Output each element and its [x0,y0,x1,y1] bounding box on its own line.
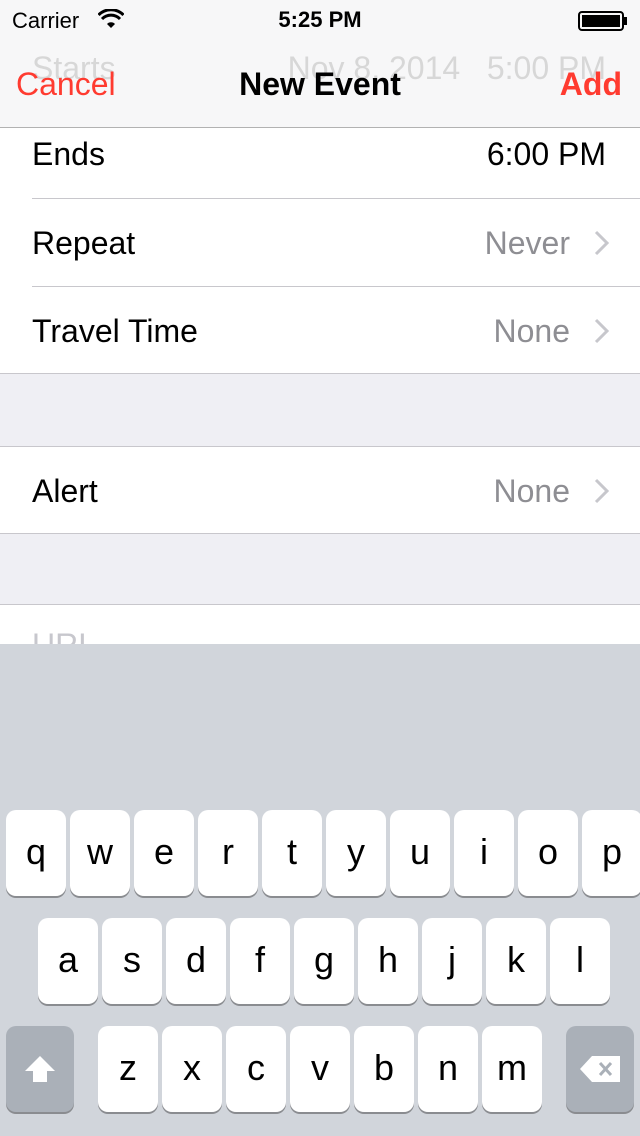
backspace-icon [580,1056,620,1082]
key-g[interactable]: g [294,918,354,1004]
key-s[interactable]: s [102,918,162,1004]
page-title: New Event [239,66,401,102]
key-n[interactable]: n [418,1026,478,1112]
key-i[interactable]: i [454,810,514,896]
key-c[interactable]: c [226,1026,286,1112]
key-p[interactable]: p [582,810,640,896]
repeat-row[interactable]: Repeat Never [32,199,640,287]
repeat-label: Repeat [32,225,136,261]
alert-value: None [493,473,571,509]
key-v[interactable]: v [290,1026,350,1112]
key-e[interactable]: e [134,810,194,896]
add-button[interactable]: Add [560,66,622,103]
ends-value: 6:00 PM [486,136,606,172]
key-w[interactable]: w [70,810,130,896]
chevron-right-icon [594,318,610,344]
shift-arrow-icon [25,1056,55,1082]
key-j[interactable]: j [422,918,482,1004]
alert-label: Alert [32,473,98,509]
event-details-group: Ends 6:00 PM Repeat Never Travel Time No… [0,128,640,374]
key-m[interactable]: m [482,1026,542,1112]
key-k[interactable]: k [486,918,546,1004]
key-x[interactable]: x [162,1026,222,1112]
key-h[interactable]: h [358,918,418,1004]
key-d[interactable]: d [166,918,226,1004]
chevron-right-icon [594,478,610,504]
key-z[interactable]: z [98,1026,158,1112]
key-y[interactable]: y [326,810,386,896]
delete-key[interactable] [566,1026,634,1112]
key-a[interactable]: a [38,918,98,1004]
key-l[interactable]: l [550,918,610,1004]
travel-time-value: None [493,313,571,349]
url-group: URL [0,604,640,663]
key-f[interactable]: f [230,918,290,1004]
chevron-right-icon [594,230,610,256]
battery-icon [578,11,627,31]
travel-time-label: Travel Time [32,313,198,349]
alert-row[interactable]: Alert None [32,447,640,535]
key-r[interactable]: r [198,810,258,896]
key-u[interactable]: u [390,810,450,896]
key-q[interactable]: q [6,810,66,896]
status-bar: Carrier 5:25 PM [0,0,640,40]
travel-time-row[interactable]: Travel Time None [32,287,640,375]
key-b[interactable]: b [354,1026,414,1112]
shift-key[interactable] [6,1026,74,1112]
keyboard: q w e r t y u i o p a s d f g h j k l z … [0,644,640,1136]
key-o[interactable]: o [518,810,578,896]
repeat-value: Never [484,225,570,261]
alert-group: Alert None [0,446,640,534]
ends-label: Ends [32,136,105,172]
status-time: 5:25 PM [278,7,362,32]
key-t[interactable]: t [262,810,322,896]
